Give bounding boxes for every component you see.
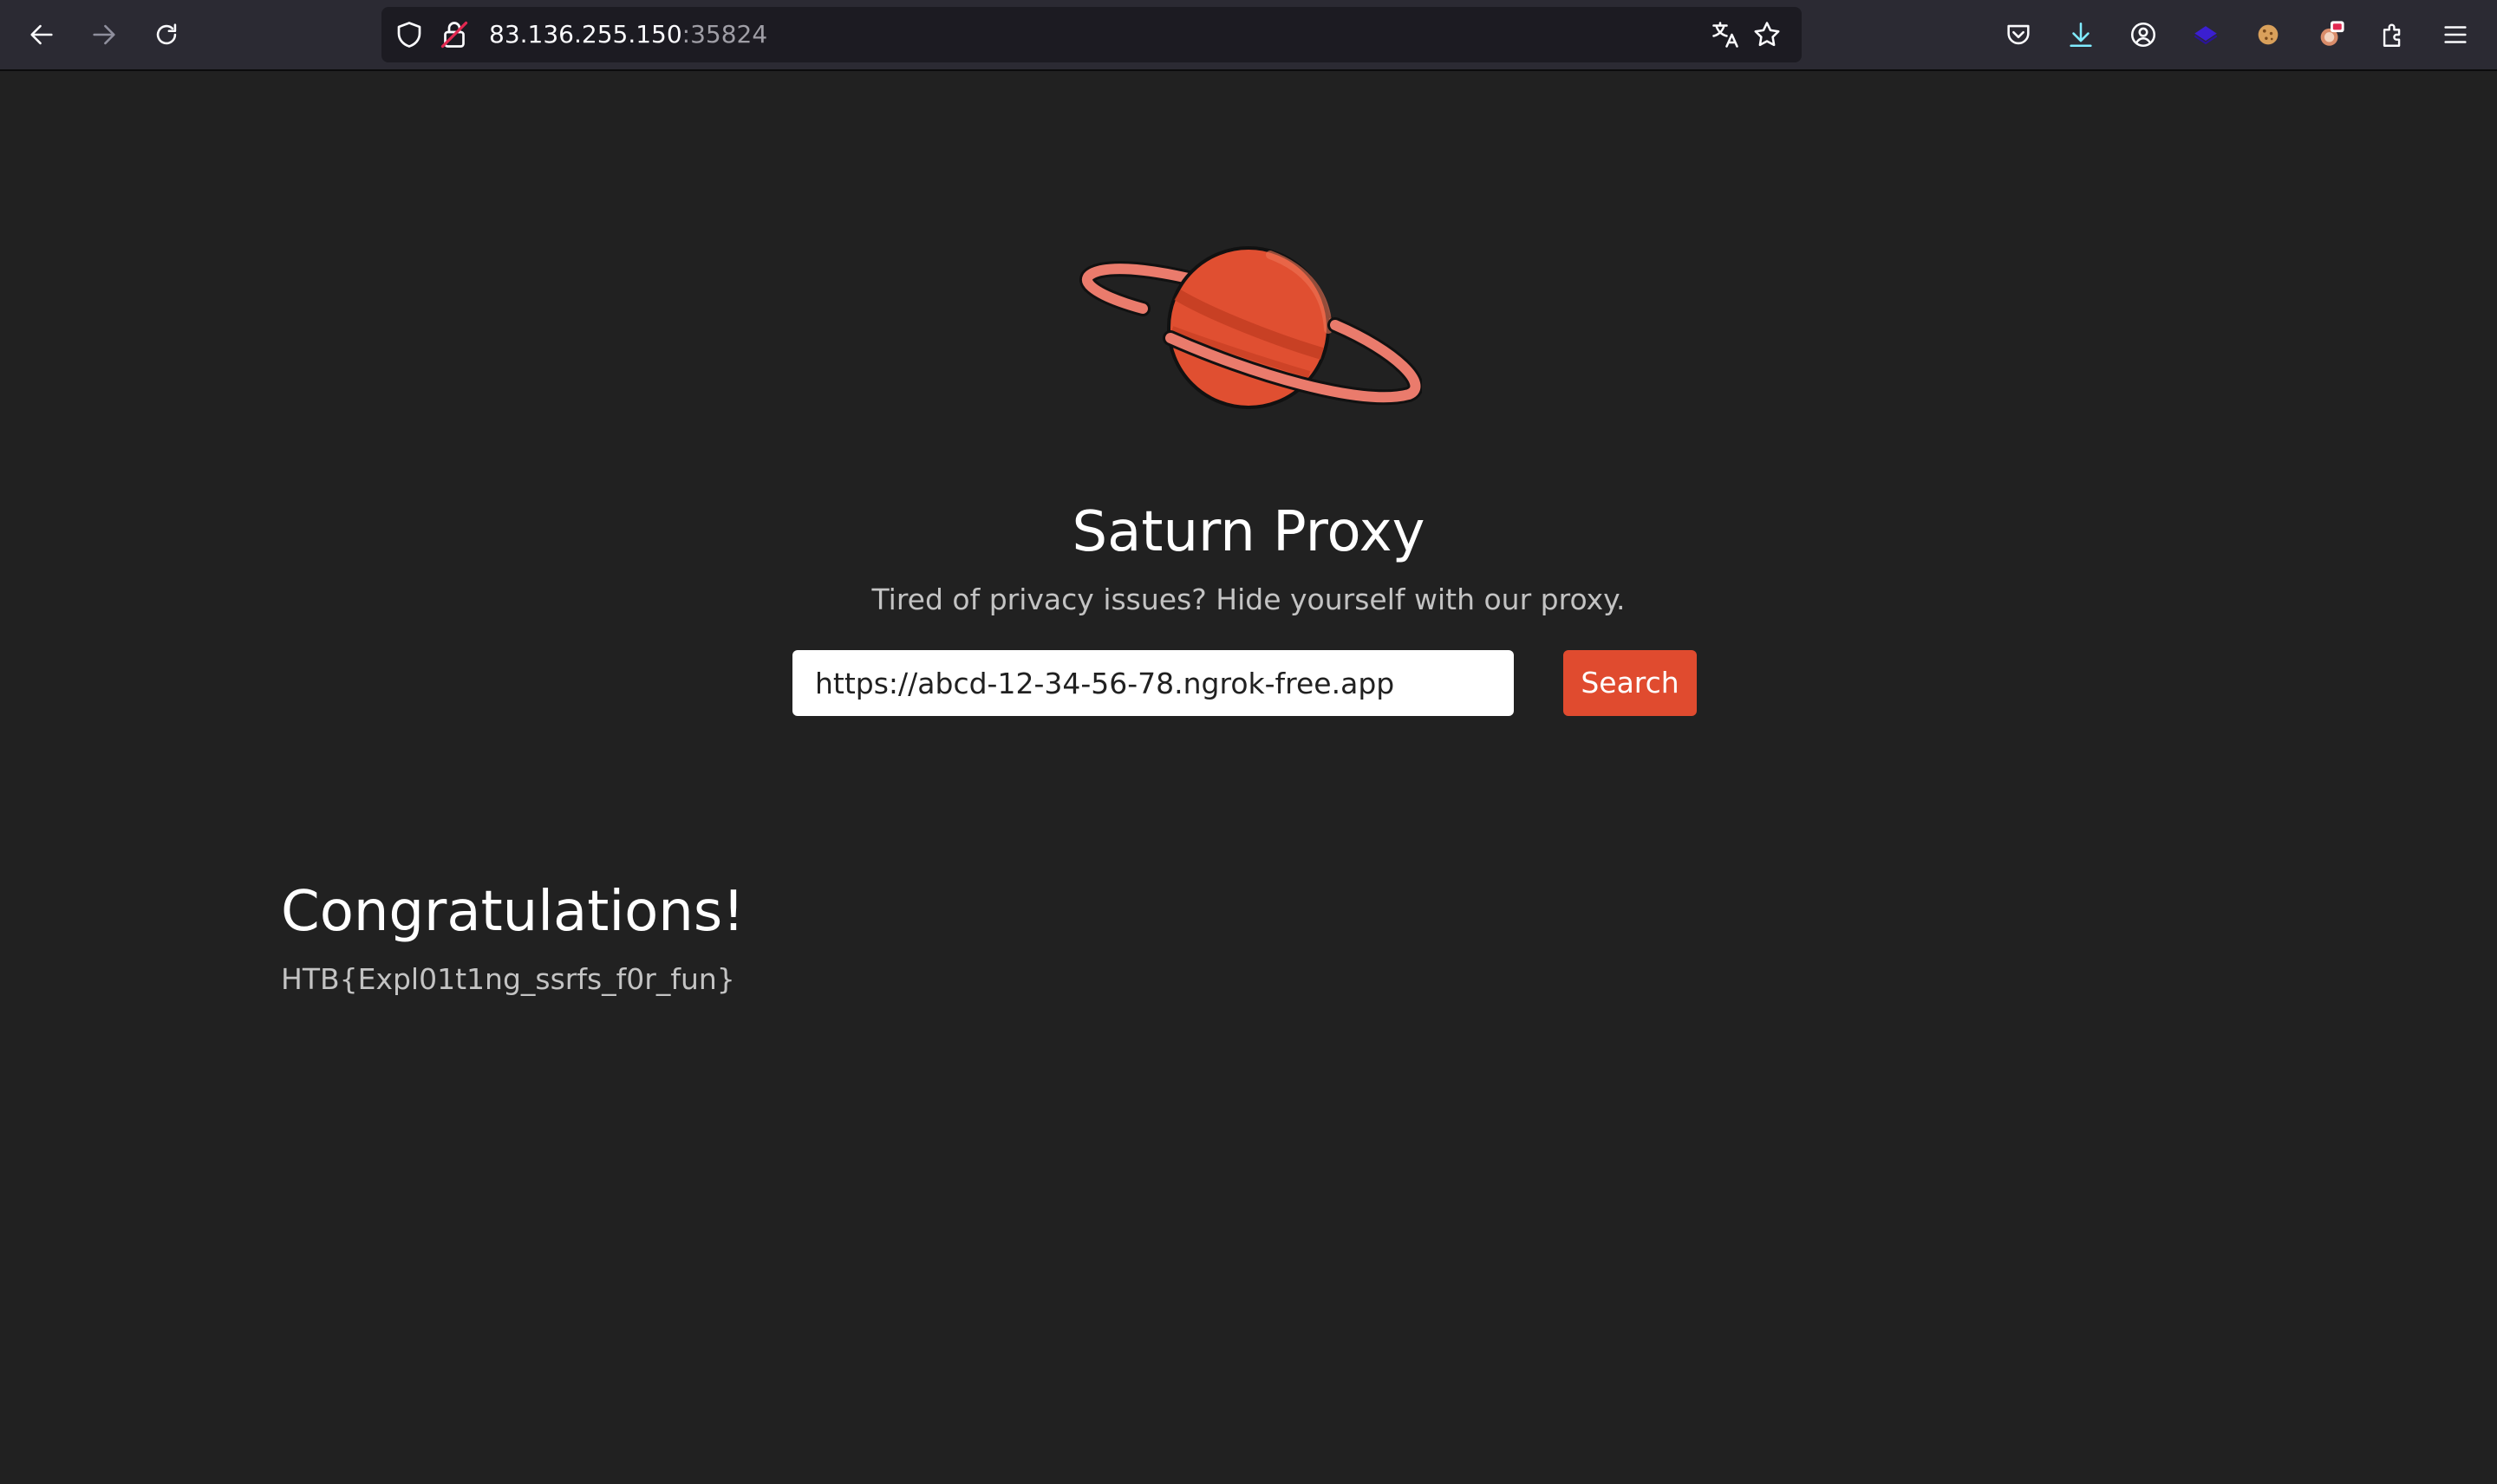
- pocket-button[interactable]: [1998, 14, 2039, 55]
- forward-button[interactable]: [83, 14, 125, 55]
- url-text[interactable]: 83.136.255.150:35824: [489, 7, 767, 62]
- reload-icon: [156, 23, 177, 45]
- extension-badge-icon: [2320, 21, 2344, 46]
- cookie-icon: [2258, 24, 2279, 45]
- reload-button[interactable]: [146, 14, 187, 55]
- extension-blue-icon: [2194, 26, 2218, 45]
- url-input[interactable]: [792, 650, 1514, 716]
- result-flag: HTB{Expl01t1ng_ssrfs_f0r_fun}: [281, 962, 735, 996]
- search-button[interactable]: Search: [1563, 650, 1697, 716]
- page-title: Saturn Proxy: [1072, 500, 1425, 564]
- url-port: :35824: [681, 20, 768, 49]
- page-subtitle: Tired of privacy issues? Hide yourself w…: [871, 583, 1626, 616]
- browser-toolbar: 83.136.255.150:35824: [0, 0, 2497, 71]
- cookie-extension-button[interactable]: [2247, 14, 2289, 55]
- extension-blue-button[interactable]: [2185, 14, 2226, 55]
- shield-icon[interactable]: [394, 19, 425, 50]
- extensions-icon: [2383, 23, 2401, 47]
- menu-button[interactable]: [2435, 14, 2476, 55]
- url-host: 83.136.255.150: [489, 20, 682, 49]
- address-bar[interactable]: 83.136.255.150:35824: [381, 7, 1802, 62]
- saturn-logo: [1079, 246, 1422, 409]
- back-icon: [30, 24, 53, 45]
- extensions-button[interactable]: [2372, 14, 2414, 55]
- downloads-button[interactable]: [2060, 14, 2102, 55]
- download-icon: [2070, 22, 2092, 48]
- result-title: Congratulations!: [281, 880, 745, 944]
- insecure-lock-icon[interactable]: [439, 19, 470, 50]
- bookmark-star-icon[interactable]: [1751, 19, 1783, 50]
- translate-icon[interactable]: [1710, 19, 1741, 50]
- account-icon: [2130, 22, 2156, 48]
- back-button[interactable]: [21, 14, 62, 55]
- pocket-icon: [2007, 24, 2030, 45]
- menu-icon: [2444, 26, 2467, 43]
- account-button[interactable]: [2122, 14, 2164, 55]
- badge-extension-button[interactable]: [2310, 14, 2351, 55]
- forward-icon: [93, 24, 115, 45]
